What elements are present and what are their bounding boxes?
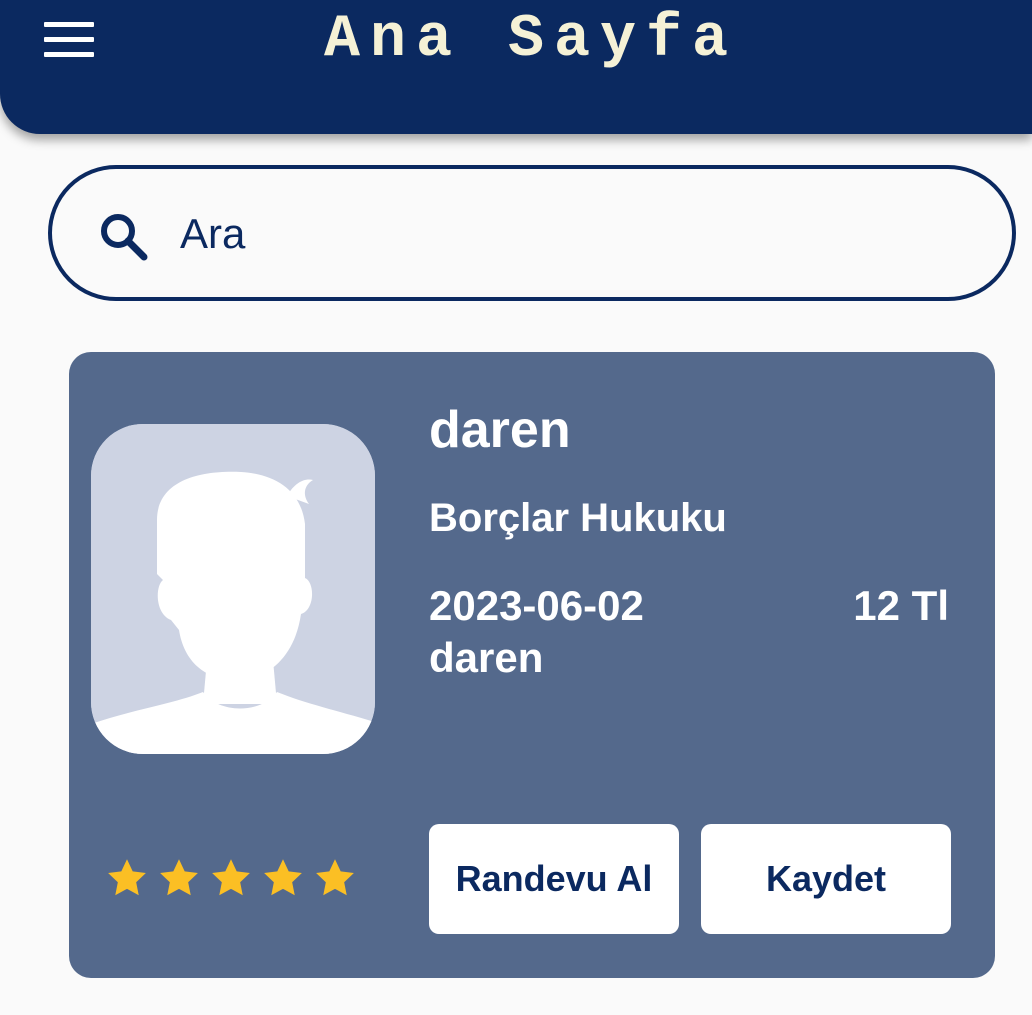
book-appointment-button[interactable]: Randevu Al [429,824,679,934]
search-bar[interactable] [48,165,1016,301]
star-icon [316,859,354,896]
default-person-avatar-icon [91,424,375,754]
lawyer-secondary-name: daren [429,634,544,681]
lawyer-card[interactable]: daren Borçlar Hukuku 2023-06-02 daren 12… [69,352,995,978]
lawyer-specialty: Borçlar Hukuku [429,496,727,540]
save-button[interactable]: Kaydet [701,824,951,934]
star-icon [264,859,302,896]
avatar [91,424,375,754]
app-bar: Ana Sayfa [0,0,1032,134]
search-input[interactable] [180,193,960,275]
search-icon [101,214,148,261]
page-title: Ana Sayfa [323,6,739,74]
star-icon [108,859,146,896]
star-icon [212,859,250,896]
lawyer-name: daren [429,401,571,459]
appointment-date: 2023-06-02 [429,582,644,629]
star-icon [160,859,198,896]
lawyer-price: 12 Tl [853,582,949,629]
rating-stars [105,856,357,900]
